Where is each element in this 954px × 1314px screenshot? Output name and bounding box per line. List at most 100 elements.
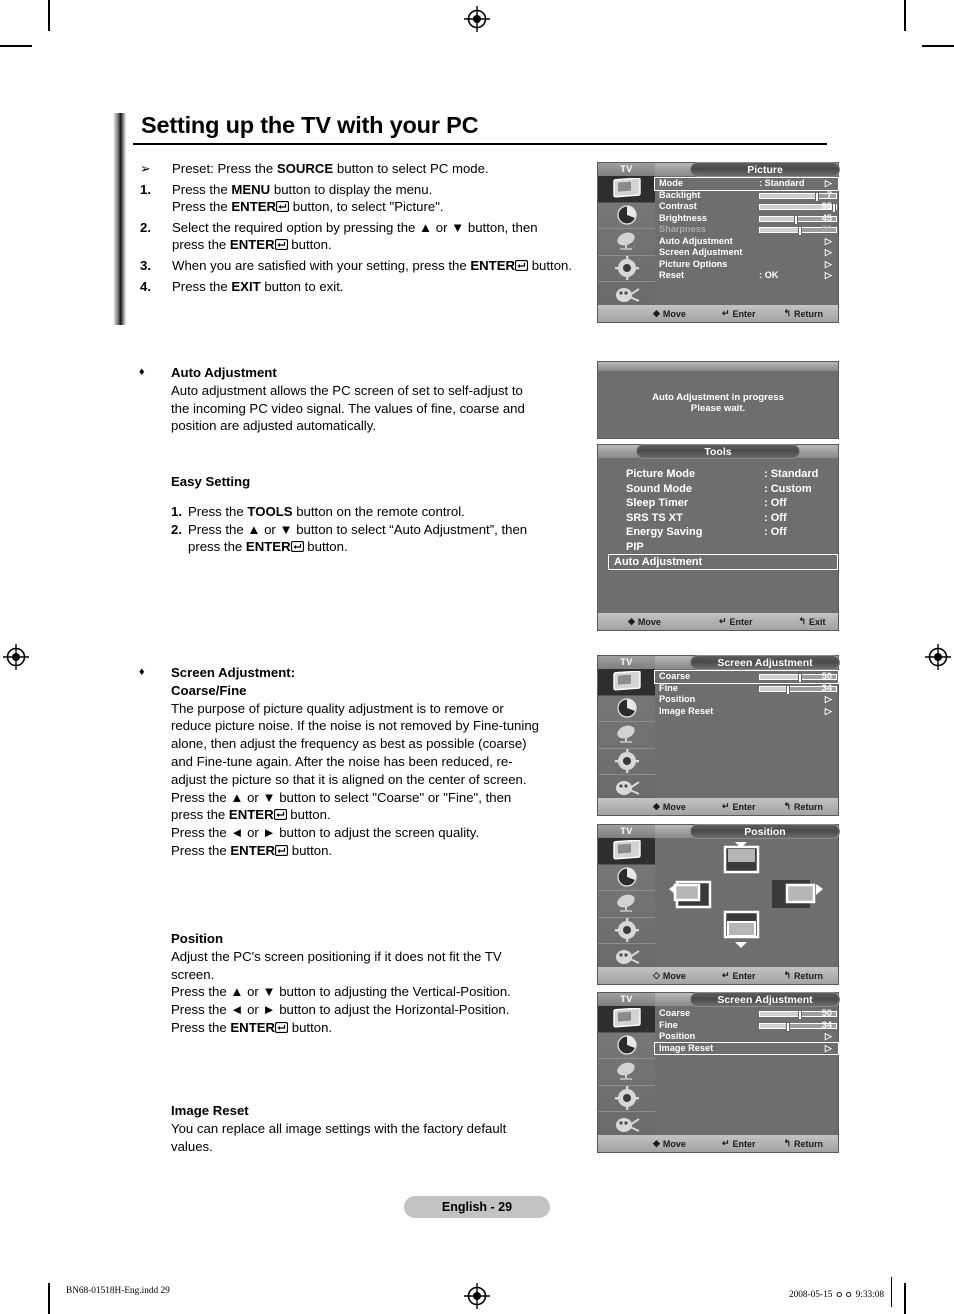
tools-row-auto-adjustment[interactable]: Auto Adjustment [608,553,838,571]
slider-knob[interactable] [785,1021,790,1032]
screen-adjustment-menu-row-image-reset[interactable]: Image Reset ▷ [655,706,838,718]
row-label: Mode [659,178,683,188]
slider-knob[interactable] [798,1010,802,1020]
step-text: Press the MENU button to display the men… [172,181,444,215]
osd-sidebar[interactable] [598,176,655,309]
slider-knob[interactable] [785,684,790,695]
picture-menu-row-reset[interactable]: Reset: OK ▷ [655,270,838,282]
row-label: Auto Adjustment [659,235,733,246]
osd-screen-adjustment-menu-2[interactable]: TV Screen Adjustment Coarse 50 Fine 34 Posit… [598,992,840,1152]
crop-mark-top-right-v [904,0,906,31]
sidebar-icon-channel-dish-4[interactable] [598,1059,655,1086]
screen-adjustment-menu-2-row-fine[interactable]: Fine 34 [655,1020,838,1032]
sidebar-icon-setup-gear[interactable] [598,256,655,283]
osd-sidebar-4[interactable] [598,1006,655,1139]
tools-row-sleep-timer[interactable]: Sleep Timer: Off [604,496,832,511]
image-reset-body: You can replace all image settings with … [171,1120,507,1154]
sidebar-icon-channel-dish-2[interactable] [598,722,655,749]
osd-position-diagram[interactable] [655,838,838,967]
osd-sa2-rows[interactable]: Coarse 50 Fine 34 Position ▷ Image Reset ▷ [654,1006,839,1135]
tools-row-pip[interactable]: PIP [604,540,832,555]
hint-move: ◆ Move [653,308,686,319]
osd-tv-label-4: TV [598,993,655,1006]
tools-row-energy-saving[interactable]: Energy Saving: Off [604,525,832,540]
osd-sidebar-2[interactable] [598,669,655,802]
picture-menu-row-mode[interactable]: Mode: Standard ▷ [654,177,839,191]
sidebar-icon-sound[interactable] [598,203,655,230]
sidebar-icon-sound-2[interactable] [598,696,655,723]
position-left-indicator [669,880,712,909]
auto-adjustment-message-line1: Auto Adjustment in progress [652,392,784,404]
osd-position-menu[interactable]: TV Position ◇ Move ↵ Enter ↰ Return [598,824,840,984]
slider-knob[interactable] [832,203,837,213]
screen-adjustment-heading-2: Coarse/Fine [171,682,247,698]
screen-adjustment-menu-row-coarse[interactable]: Coarse 50 [654,670,839,684]
picture-menu-row-auto-adjustment[interactable]: Auto Adjustment ▷ [655,236,838,248]
title-rule [133,143,827,145]
picture-menu-row-brightness[interactable]: Brightness 45 [655,213,838,225]
picture-menu-row-picture-options[interactable]: Picture Options ▷ [655,259,838,271]
osd-sa-rows[interactable]: Coarse 50 Fine 34 Position ▷ Image Reset ▷ [654,669,839,798]
osd-tools-rows[interactable]: Picture Mode: Standard Sound Mode: Custom… [604,467,838,571]
screen-adjustment-menu-2-row-coarse[interactable]: Coarse 50 [655,1008,838,1020]
row-value: 50 [821,1008,832,1018]
osd-sidebar-3[interactable] [598,838,655,971]
sidebar-icon-picture-3[interactable] [598,838,655,865]
slider-knob[interactable] [798,673,802,683]
row-value: 7 [826,189,832,200]
row-label: Reset [659,270,685,280]
screen-adjustment-menu-row-fine[interactable]: Fine 34 [655,683,838,695]
easy-setting-heading: Easy Setting [171,474,251,489]
picture-menu-row-screen-adjustment[interactable]: Screen Adjustment ▷ [655,247,838,259]
screen-adjustment-menu-row-position[interactable]: Position ▷ [655,694,838,706]
tools-row-sound-mode[interactable]: Sound Mode: Custom [604,482,832,497]
osd-tools-menu[interactable]: Tools Picture Mode: Standard Sound Mode: … [598,444,838,630]
hint-move-pos: ◇ Move [653,970,686,981]
row-label: Picture Mode [626,468,696,480]
sidebar-icon-picture[interactable] [598,176,655,203]
step-text: When you are satisfied with your setting… [172,257,573,273]
osd-picture-menu[interactable]: TV Picture Mode: Standard ▷ Backlight 7 Cont… [598,162,840,322]
sidebar-icon-sound-3[interactable] [598,865,655,892]
row-value: : Off [764,497,787,510]
hint-move-sa2: ◆ Move [653,1138,686,1149]
osd-screen-adjustment-menu[interactable]: TV Screen Adjustment Coarse 50 Fine 34 Posit… [598,655,840,815]
sidebar-icon-picture-2[interactable] [598,669,655,696]
slider-knob[interactable] [814,191,819,202]
sidebar-icon-sound-4[interactable] [598,1033,655,1060]
return-arrow-icon-2: ↰ [798,616,807,626]
easy-setting-item-2: 2. Press the ▲ or ▼ button to select “Aut… [171,521,543,557]
slider-knob[interactable] [798,226,802,236]
sidebar-icon-setup-gear-2[interactable] [598,749,655,776]
enter-glyph-icon [515,259,529,271]
tools-row-picture-mode[interactable]: Picture Mode: Standard [604,467,832,482]
osd-picture-rows[interactable]: Mode: Standard ▷ Backlight 7 Contrast 95 Brigh… [654,176,839,305]
screen-adjustment-menu-2-row-position[interactable]: Position ▷ [655,1031,838,1043]
tools-row-srs-ts-xt[interactable]: SRS TS XT: Off [604,511,832,526]
row-label: Fine [659,682,678,693]
picture-menu-row-backlight[interactable]: Backlight 7 [655,190,838,202]
screen-adjustment-menu-2-row-image-reset[interactable]: Image Reset ▷ [654,1041,839,1055]
return-arrow-icon-5: ↰ [783,1138,792,1148]
picture-menu-row-sharpness[interactable]: Sharpness 50 [655,224,838,236]
picture-menu-row-contrast[interactable]: Contrast 95 [655,201,838,213]
sidebar-icon-setup-gear-4[interactable] [598,1086,655,1113]
page-title: Setting up the TV with your PC [141,112,479,138]
sidebar-icon-picture-4[interactable] [598,1006,655,1033]
position-line-1: Press the ▲ or ▼ button to adjusting the… [171,984,511,1000]
position-line-2: Press the ◄ or ► button to adjust the Ho… [171,1002,510,1018]
row-label: Picture Options [659,258,728,269]
auto-adjustment-message: Auto Adjustment in progress Please wait. [598,392,838,414]
slider-knob[interactable] [794,214,799,225]
sidebar-icon-channel-dish[interactable] [598,229,655,256]
step-number: 1. [140,181,151,197]
enter-key-icon-3: ↵ [721,801,730,811]
sidebar-icon-channel-dish-3[interactable] [598,891,655,918]
updown-arrows-icon-5: ◆ [653,1138,660,1148]
row-slider[interactable] [759,191,837,202]
osd-title-picture: Picture [690,162,840,177]
hint-enter-sa: ↵ Enter [721,801,756,812]
row-value: 95 [821,201,832,211]
updown-arrows-icon: ◆ [653,308,660,318]
sidebar-icon-setup-gear-3[interactable] [598,918,655,945]
